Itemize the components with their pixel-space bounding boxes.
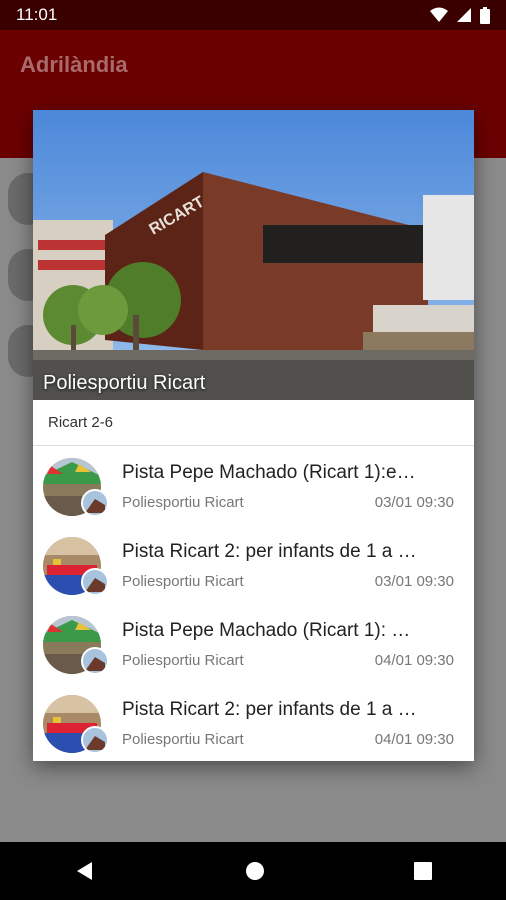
recents-icon[interactable] [413,862,432,880]
venue-title: Poliesportiu Ricart [43,372,206,394]
status-bar: 11:01 [0,0,506,30]
navigation-bar [0,842,506,900]
wifi-icon [430,7,448,22]
status-time: 11:01 [16,5,58,24]
back-icon[interactable] [74,860,96,882]
signal-icon [457,8,471,22]
list-item[interactable]: Pista Ricart 2: per infants de 1 a … Pol… [33,683,474,761]
event-date: 03/01 09:30 [374,494,454,511]
event-title: Pista Pepe Machado (Ricart 1):e… [122,462,416,483]
venue-badge-icon [81,647,109,675]
event-title: Pista Pepe Machado (Ricart 1): … [122,620,411,641]
status-icons [430,6,490,24]
list-item[interactable]: Pista Pepe Machado (Ricart 1): … Poliesp… [33,604,474,683]
venue-badge-icon [81,726,109,754]
list-item[interactable]: Pista Pepe Machado (Ricart 1):e… Poliesp… [33,446,474,525]
event-title: Pista Ricart 2: per infants de 1 a … [122,699,417,720]
event-venue: Poliesportiu Ricart [122,731,244,748]
event-date: 03/01 09:30 [374,573,454,590]
battery-icon [480,6,490,24]
venue-dialog: RICART Poliesportiu Ricart Ricart 2-6 Pi… [33,110,474,761]
event-title: Pista Ricart 2: per infants de 1 a … [122,541,417,562]
home-icon[interactable] [245,861,265,881]
venue-badge-icon [81,568,109,596]
venue-badge-icon [81,489,109,517]
event-venue: Poliesportiu Ricart [122,573,244,590]
event-list: Pista Pepe Machado (Ricart 1):e… Poliesp… [33,446,474,761]
event-venue: Poliesportiu Ricart [122,494,244,511]
app-title: Adrilàndia [20,52,128,77]
venue-photo: RICART Poliesportiu Ricart [33,110,474,400]
event-date: 04/01 09:30 [374,652,454,669]
list-item[interactable]: Pista Ricart 2: per infants de 1 a … Pol… [33,525,474,604]
event-venue: Poliesportiu Ricart [122,652,244,669]
venue-address: Ricart 2-6 [33,400,474,446]
event-date: 04/01 09:30 [374,731,454,748]
